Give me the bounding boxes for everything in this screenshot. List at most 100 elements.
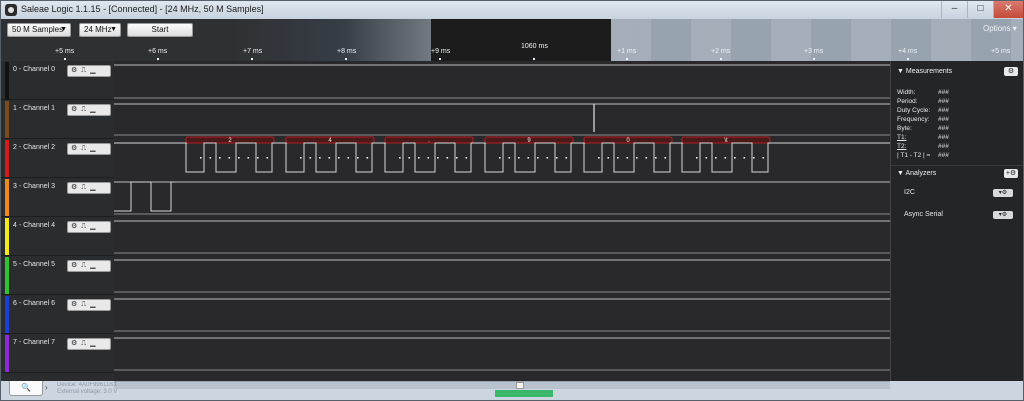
ruler-tick: +9 ms xyxy=(431,48,451,55)
samples-value: 50 M Samples xyxy=(12,25,64,34)
bit-sample-dot xyxy=(598,157,600,159)
bit-sample-dot xyxy=(309,157,312,159)
ruler-tick: +4 ms xyxy=(898,48,918,55)
channel-label: 5 - Channel 5 xyxy=(13,261,56,268)
gear-icon[interactable]: ⚙ xyxy=(1004,67,1018,76)
channel-settings-buttons[interactable]: ⚙ ⎍ ▁ xyxy=(67,338,111,350)
channel-row-0[interactable]: 0 - Channel 0 ⚙ ⎍ ▁ xyxy=(1,61,114,100)
ruler-center-time: 1060 ms xyxy=(521,43,548,50)
analyzer-item-i2c[interactable]: I2C xyxy=(904,189,915,196)
analyzer-settings-icon[interactable]: ▾⚙ xyxy=(993,189,1013,197)
channel-row-7[interactable]: 7 - Channel 7 ⚙ ⎍ ▁ xyxy=(1,334,114,373)
bit-sample-dot xyxy=(228,157,231,159)
channel-label: 0 - Channel 0 xyxy=(13,66,56,73)
ruler-tick: +5 ms xyxy=(55,48,75,55)
bit-sample-dot xyxy=(715,157,717,159)
channel-settings-buttons[interactable]: ⚙ ⎍ ▁ xyxy=(67,65,111,77)
channel-settings-buttons[interactable]: ⚙ ⎍ ▁ xyxy=(67,221,111,233)
analyzer-settings-icon[interactable]: ▾⚙ xyxy=(993,211,1013,219)
ruler-tick: +1 ms xyxy=(617,48,637,55)
rate-value: 24 MHz xyxy=(84,25,112,34)
scrollbar-thumb[interactable] xyxy=(516,382,524,389)
channel-row-6[interactable]: 6 - Channel 6 ⚙ ⎍ ▁ xyxy=(1,295,114,334)
bit-sample-dot xyxy=(705,157,708,159)
bit-sample-dot xyxy=(645,157,648,159)
channel-row-2[interactable]: 2 - Channel 2 ⚙ ⎍ ▁ xyxy=(1,139,114,178)
channel-row-5[interactable]: 5 - Channel 5 ⚙ ⎍ ▁ xyxy=(1,256,114,295)
saleae-logo-icon xyxy=(5,4,17,16)
sample-rate-dropdown[interactable]: 24 MHz ▼ xyxy=(79,23,121,37)
measurement-value: ### xyxy=(938,143,949,150)
measurement-value: ### xyxy=(938,89,949,96)
bit-sample-dot xyxy=(499,157,501,159)
start-button[interactable]: Start xyxy=(127,23,193,37)
channel-row-1[interactable]: 1 - Channel 1 ⚙ ⎍ ▁ xyxy=(1,100,114,139)
device-voltage: External voltage: 3.0 V xyxy=(57,389,118,395)
channel-settings-buttons[interactable]: ⚙ ⎍ ▁ xyxy=(67,260,111,272)
ruler-tick-mark xyxy=(157,58,159,60)
right-sidebar: ▼ Measurements ⚙ Width: ### Period: ### Du… xyxy=(890,61,1023,381)
channel-color-swatch xyxy=(5,62,9,99)
bit-sample-dot xyxy=(456,157,458,159)
bit-sample-dot xyxy=(556,157,558,159)
measurements-title: Measurements xyxy=(905,68,953,75)
channel-2-serial-frames: 2 4. 9 0 \t xyxy=(114,136,890,173)
measurement-row[interactable]: T1: ### xyxy=(897,134,949,141)
measurement-row: Width: ### xyxy=(897,89,949,96)
toolbar: 50 M Samples ▼ 24 MHz ▼ Start Options ▾ … xyxy=(1,19,1023,61)
waveform-area[interactable]: 2 4. 9 0 \t xyxy=(114,61,890,381)
measurement-value: ### xyxy=(938,134,949,141)
samples-dropdown[interactable]: 50 M Samples ▼ xyxy=(7,23,71,37)
channel-row-4[interactable]: 4 - Channel 4 ⚙ ⎍ ▁ xyxy=(1,217,114,256)
measurement-label: Width: xyxy=(897,89,916,96)
bit-sample-dot xyxy=(546,157,549,159)
bit-sample-dot xyxy=(617,157,619,159)
bit-sample-dot xyxy=(696,157,698,159)
channel-label: 4 - Channel 4 xyxy=(13,222,56,229)
channel-settings-buttons[interactable]: ⚙ ⎍ ▁ xyxy=(67,104,111,116)
horizontal-scrollbar[interactable] xyxy=(114,381,890,389)
ruler-tick: +2 ms xyxy=(711,48,731,55)
ruler-tick-mark xyxy=(907,58,909,60)
tab-arrow-icon[interactable]: › xyxy=(45,383,48,392)
analyzers-header[interactable]: ▼ Analyzers +⚙ xyxy=(891,165,1023,181)
search-tab[interactable]: 🔍 xyxy=(9,381,43,396)
bit-sample-dot xyxy=(328,157,331,159)
ruler-tick-mark xyxy=(345,58,347,60)
channel-color-swatch xyxy=(5,218,9,255)
bit-sample-dot xyxy=(636,157,638,159)
measurement-row: Byte: ### xyxy=(897,125,949,132)
measurement-label: T1: xyxy=(897,134,907,141)
ruler-tick-mark xyxy=(720,58,722,60)
ruler-tick: +7 ms xyxy=(243,48,263,55)
measurement-label: Frequency: xyxy=(897,116,930,123)
bit-sample-dot xyxy=(357,157,359,159)
measurement-value: ### xyxy=(938,152,949,159)
measurement-row: Period: ### xyxy=(897,98,949,105)
channel-settings-buttons[interactable]: ⚙ ⎍ ▁ xyxy=(67,143,111,155)
close-button[interactable]: ✕ xyxy=(993,1,1023,18)
channel-row-3[interactable]: 3 - Channel 3 ⚙ ⎍ ▁ xyxy=(1,178,114,217)
bit-sample-dot xyxy=(762,157,765,159)
ruler-tick-mark xyxy=(439,58,441,60)
channel-settings-buttons[interactable]: ⚙ ⎍ ▁ xyxy=(67,182,111,194)
capture-progress-bar xyxy=(495,390,553,397)
channel-settings-buttons[interactable]: ⚙ ⎍ ▁ xyxy=(67,299,111,311)
maximize-button[interactable]: □ xyxy=(967,1,993,18)
chevron-down-icon: ▼ xyxy=(110,26,117,33)
minimize-button[interactable]: – xyxy=(941,1,967,18)
options-menu[interactable]: Options ▾ xyxy=(983,24,1017,33)
bit-sample-dot xyxy=(418,157,420,159)
channel-3-pulses xyxy=(114,181,174,212)
bit-sample-dot xyxy=(257,157,259,159)
measurements-header[interactable]: ▼ Measurements ⚙ xyxy=(891,64,1023,80)
ruler-tick: +6 ms xyxy=(148,48,168,55)
add-analyzer-icon[interactable]: +⚙ xyxy=(1004,169,1018,178)
chevron-down-icon: ▼ xyxy=(60,26,67,33)
measurement-row[interactable]: T2: ### xyxy=(897,143,949,150)
analyzer-item-async-serial[interactable]: Async Serial xyxy=(904,211,943,218)
measurement-label: T2: xyxy=(897,143,907,150)
bit-sample-dot xyxy=(753,157,755,159)
bit-sample-dot xyxy=(518,157,520,159)
channel-label: 1 - Channel 1 xyxy=(13,105,56,112)
